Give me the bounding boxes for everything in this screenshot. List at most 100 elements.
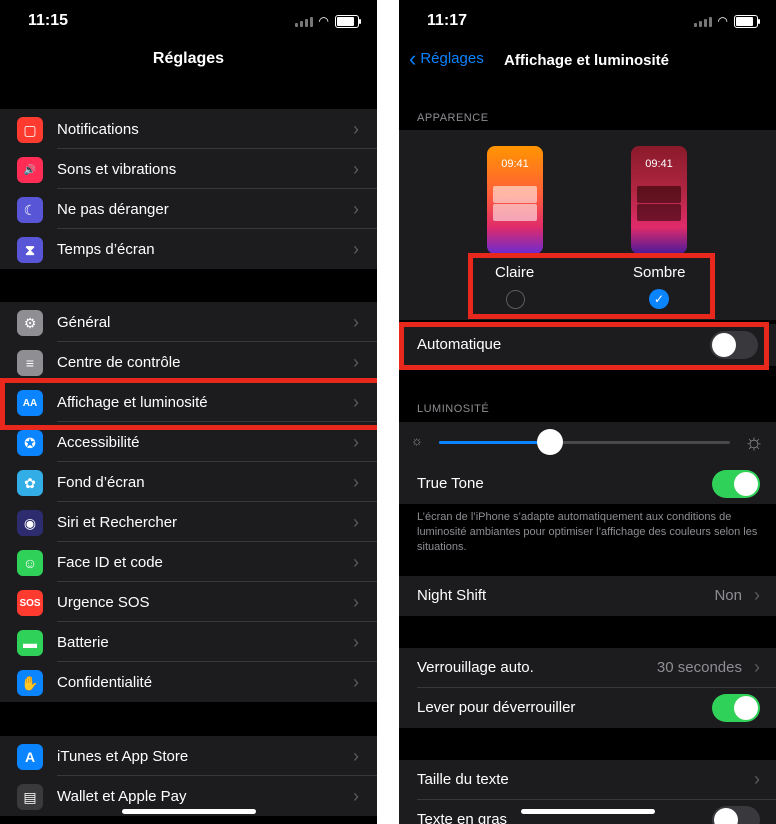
display-brightness-screen: 11:17 ◠ ‹ Réglages Affichage et luminosi… <box>399 0 776 824</box>
faceid-icon: ☺ <box>17 550 43 576</box>
toggles-icon: ≡ <box>17 350 43 376</box>
accessibility-icon: ✪ <box>17 430 43 456</box>
settings-row[interactable]: ≡ Centre de contrôle › <box>0 342 377 382</box>
chevron-right-icon: › <box>754 657 760 677</box>
highlight-box-display-row <box>0 378 377 430</box>
night-shift-row[interactable]: Night Shift Non › <box>399 576 776 616</box>
battery-status-icon <box>335 14 361 28</box>
signal-icon <box>294 15 313 27</box>
back-button[interactable]: ‹ Réglages <box>409 45 484 71</box>
gear-icon: ⚙ <box>17 310 43 336</box>
chevron-right-icon: › <box>353 671 359 692</box>
home-indicator <box>520 809 655 814</box>
chevron-right-icon: › <box>353 158 359 179</box>
night-shift-value: Non <box>714 587 742 604</box>
speaker-icon: 🔊 <box>17 157 43 183</box>
settings-group-2: ⚙ Général › ≡ Centre de contrôle › AA Affichage… <box>0 302 377 702</box>
highlight-box-automatic <box>399 322 769 370</box>
brightness-slider-knob[interactable] <box>536 429 563 455</box>
siri-icon: ◉ <box>17 510 43 536</box>
settings-row-label: Accessibilité <box>57 433 140 451</box>
settings-row-label: Face ID et code <box>57 553 163 571</box>
highlight-box-appearance <box>468 253 715 319</box>
settings-row[interactable]: ✋ Confidentialité › <box>0 662 377 702</box>
chevron-right-icon: › <box>353 311 359 332</box>
raise-to-wake-toggle[interactable] <box>712 694 760 722</box>
settings-group-3: AiTunes et App Store › ▤ Wallet et Apple Pa… <box>0 736 377 816</box>
night-shift-label: Night Shift <box>417 587 487 604</box>
true-tone-description: L’écran de l’iPhone s’adapte automatique… <box>417 511 758 553</box>
chevron-right-icon: › <box>353 591 359 612</box>
settings-row-label: Batterie <box>57 633 109 651</box>
true-tone-toggle[interactable] <box>712 470 760 498</box>
status-time: 11:15 <box>28 12 69 29</box>
settings-row-label: Sons et vibrations <box>57 160 177 178</box>
auto-lock-label: Verrouillage auto. <box>417 659 534 676</box>
settings-row[interactable]: ✿ Fond d’écran › <box>0 462 377 502</box>
brightness-slider[interactable] <box>439 429 730 455</box>
chevron-right-icon: › <box>353 511 359 532</box>
settings-row[interactable]: ◉ Siri et Rechercher › <box>0 502 377 542</box>
back-label: Réglages <box>420 50 484 67</box>
brightness-header: LUMINOSITÉ <box>417 403 490 415</box>
wallet-icon: ▤ <box>17 784 43 810</box>
settings-row-label: Siri et Rechercher <box>57 513 178 531</box>
chevron-left-icon: ‹ <box>409 45 417 71</box>
settings-row[interactable]: ▢ Notifications › <box>0 109 377 149</box>
settings-row[interactable]: 🔊 Sons et vibrations › <box>0 149 377 189</box>
chevron-right-icon: › <box>353 431 359 452</box>
hourglass-icon: ⧗ <box>17 237 43 263</box>
text-size-label: Taille du texte <box>417 771 509 788</box>
auto-lock-value: 30 secondes <box>656 659 742 676</box>
chevron-right-icon: › <box>754 769 760 789</box>
true-tone-label: True Tone <box>417 475 484 492</box>
settings-row[interactable]: ☺ Face ID et code › <box>0 542 377 582</box>
status-bar: 11:15 ◠ <box>0 0 377 40</box>
chevron-right-icon: › <box>754 585 760 605</box>
true-tone-row: True Tone <box>399 464 776 504</box>
bold-text-label: Texte en gras <box>417 811 508 824</box>
wallpaper-icon: ✿ <box>17 470 43 496</box>
settings-row[interactable]: ☾ Ne pas déranger › <box>0 189 377 229</box>
settings-row-label: Fond d’écran <box>57 473 145 491</box>
chevron-right-icon: › <box>353 118 359 139</box>
settings-row-label: Général <box>57 313 111 331</box>
settings-row-label: Ne pas déranger <box>57 200 169 218</box>
appearance-header: APPARENCE <box>417 112 489 124</box>
text-size-row[interactable]: Taille du texte › <box>399 760 776 800</box>
page-title: Affichage et luminosité <box>504 52 670 69</box>
notifications-icon: ▢ <box>17 117 43 143</box>
light-mode-preview[interactable]: 09:41 <box>487 146 543 254</box>
chevron-right-icon: › <box>353 471 359 492</box>
settings-row[interactable]: SOS Urgence SOS › <box>0 582 377 622</box>
settings-row[interactable]: ⧗ Temps d’écran › <box>0 229 377 269</box>
chevron-right-icon: › <box>353 551 359 572</box>
chevron-right-icon: › <box>353 351 359 372</box>
settings-row-label: Confidentialité <box>57 673 153 691</box>
bold-text-toggle[interactable] <box>712 806 760 824</box>
hand-icon: ✋ <box>17 670 43 696</box>
page-title: Réglages <box>152 50 225 67</box>
app-store-icon: A <box>17 744 43 770</box>
wifi-icon: ◠ <box>318 14 329 28</box>
chevron-right-icon: › <box>353 785 359 806</box>
chevron-right-icon: › <box>353 745 359 766</box>
auto-lock-row[interactable]: Verrouillage auto. 30 secondes › <box>399 648 776 688</box>
settings-row[interactable]: AiTunes et App Store › <box>0 736 377 776</box>
battery-status-icon <box>734 14 760 28</box>
settings-row[interactable]: ▬ Batterie › <box>0 622 377 662</box>
dark-mode-preview[interactable]: 09:41 <box>631 146 687 254</box>
status-bar: 11:17 ◠ <box>399 0 776 40</box>
brightness-slider-fill <box>439 441 550 444</box>
settings-row-label: Centre de contrôle <box>57 353 181 371</box>
raise-to-wake-label: Lever pour déverrouiller <box>417 699 576 716</box>
settings-row-label: Temps d’écran <box>57 240 155 258</box>
chevron-right-icon: › <box>353 198 359 219</box>
chevron-right-icon: › <box>353 631 359 652</box>
battery-icon: ▬ <box>17 630 43 656</box>
moon-icon: ☾ <box>17 197 43 223</box>
settings-row[interactable]: ⚙ Général › <box>0 302 377 342</box>
settings-row-label: iTunes et App Store <box>57 747 189 765</box>
preview-time: 09:41 <box>645 158 673 170</box>
sos-icon: SOS <box>17 590 43 616</box>
